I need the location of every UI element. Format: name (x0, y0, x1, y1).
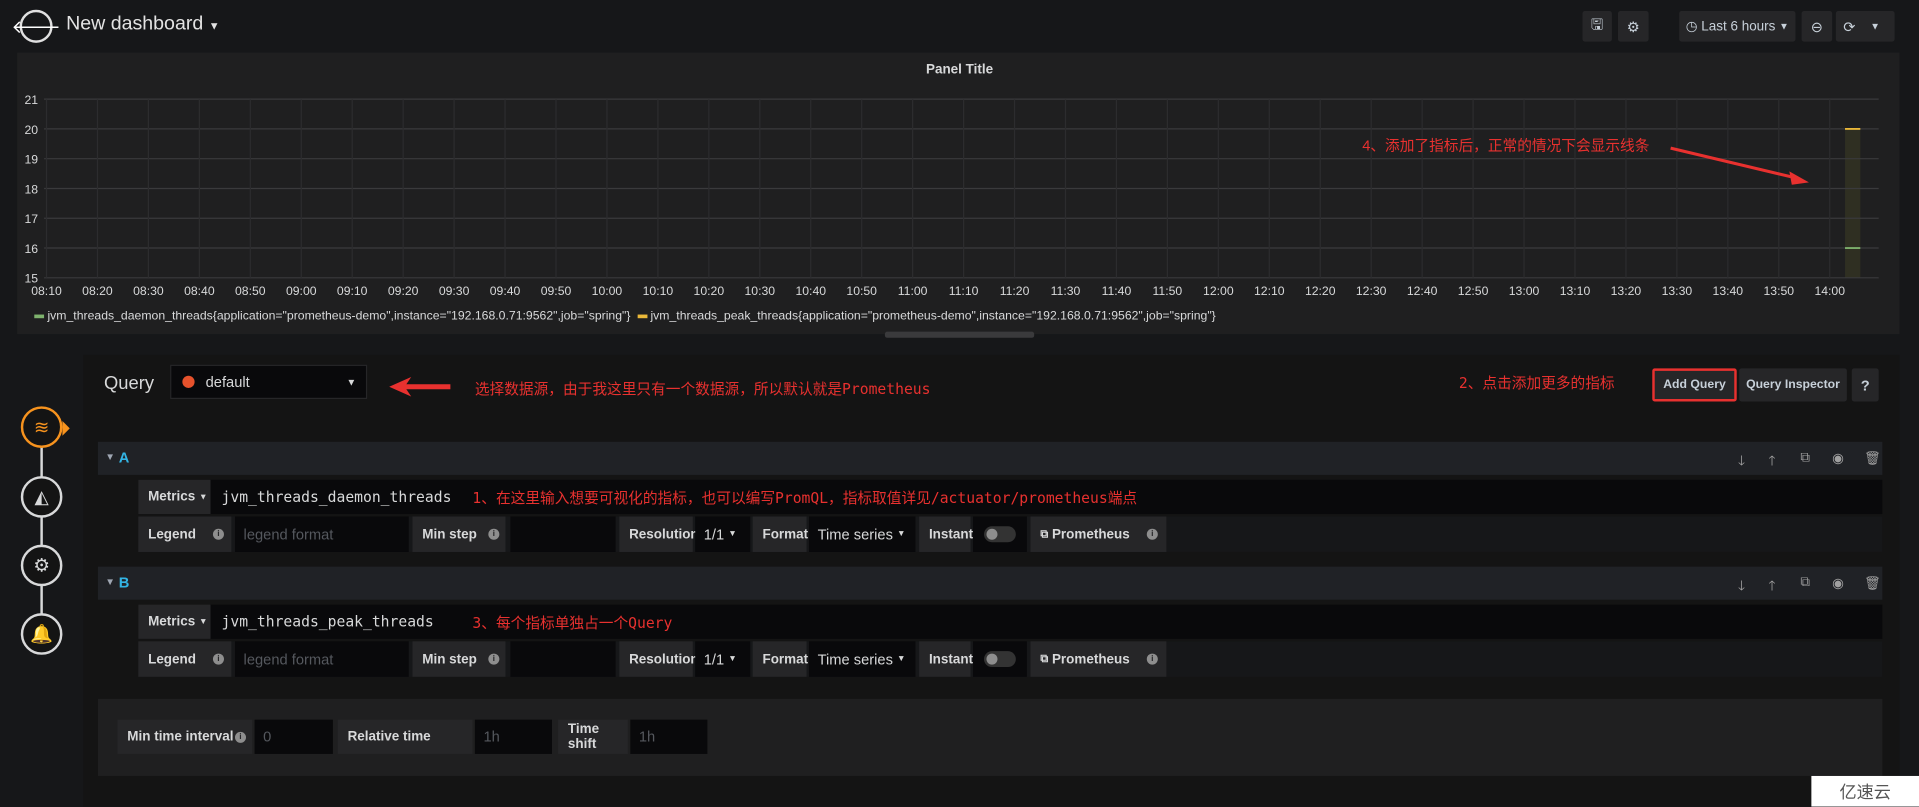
watermark-logo: 亿速云 (1811, 775, 1919, 807)
min-step-input[interactable] (510, 641, 616, 677)
relative-time-label: Relative time (337, 719, 473, 754)
gear-icon: ⚙ (33, 555, 50, 577)
sidebar-item-queries[interactable]: ≋ (20, 406, 63, 448)
datasource-value: default (205, 373, 250, 391)
chevron-down-icon: ▼ (728, 529, 737, 539)
trash-icon[interactable]: 🗑 (1864, 575, 1881, 591)
collapse-icon[interactable]: ▼ (105, 452, 115, 463)
query-ref: A (118, 449, 130, 467)
info-icon[interactable]: i (212, 653, 224, 665)
resolution-select[interactable]: 1/1 ▼ (695, 516, 751, 552)
info-icon[interactable]: i (488, 653, 500, 665)
red-arrow-left (389, 376, 451, 397)
external-link-icon: ⧉ (1040, 652, 1049, 665)
eye-icon[interactable]: ◉ (1832, 450, 1844, 467)
chevron-down-icon: ▼ (198, 617, 208, 627)
metrics-label: Metrics (148, 489, 196, 505)
prometheus-icon (182, 375, 195, 388)
query-annotation: 1、在这里输入想要可视化的指标，也可以编写PromQL，指标取值详见/actua… (472, 489, 1138, 507)
format-label: Format (752, 516, 808, 552)
query-ref: B (118, 574, 130, 592)
area-chart-icon: ◭ (34, 487, 49, 508)
instant-toggle[interactable] (973, 641, 1027, 677)
chevron-down-icon: ▼ (897, 529, 906, 539)
datasource-select[interactable]: default ▼ (170, 364, 368, 399)
move-up-icon[interactable]: 🡑 (1769, 450, 1776, 473)
sidebar-connector (40, 427, 43, 636)
duplicate-icon[interactable]: ⧉ (1800, 575, 1810, 591)
resolution-select[interactable]: 1/1 ▼ (695, 641, 751, 677)
query-label: Query (104, 373, 155, 395)
move-down-icon[interactable]: 🡓 (1738, 575, 1745, 598)
chevron-down-icon: ▼ (346, 376, 357, 388)
metrics-input[interactable]: jvm_threads_daemon_threads (213, 480, 458, 514)
move-down-icon[interactable]: 🡓 (1738, 450, 1745, 473)
help-button[interactable]: ? (1851, 368, 1879, 402)
add-query-annotation: 2、点击添加更多的指标 (1458, 374, 1615, 392)
info-icon[interactable]: i (1146, 653, 1158, 665)
annotation-arrow (1670, 146, 1809, 185)
add-query-button[interactable]: Add Query (1652, 368, 1737, 402)
resolution-label: Resolution (619, 641, 699, 677)
datasource-annotation: 选择数据源，由于我这里只有一个数据源，所以默认就是Prometheus (474, 380, 931, 398)
legend-input[interactable] (234, 641, 409, 677)
instant-label: Instant (919, 516, 973, 552)
info-icon[interactable]: i (212, 528, 224, 540)
legend-label: jvm_threads_daemon_threads{application="… (47, 309, 631, 324)
move-up-icon[interactable]: 🡑 (1769, 575, 1776, 598)
query-header-A[interactable]: ▼ A 🡓 🡑 ⧉ ◉ 🗑 (97, 441, 1883, 475)
legend-input[interactable] (234, 516, 409, 552)
query-header-B[interactable]: ▼ B 🡓 🡑 ⧉ ◉ 🗑 (97, 566, 1883, 600)
format-select[interactable]: Time series ▼ (808, 641, 916, 677)
chart-legend: jvm_threads_daemon_threads{application="… (34, 310, 1216, 323)
metrics-input[interactable]: jvm_threads_peak_threads (213, 605, 458, 639)
external-link-icon: ⧉ (1040, 527, 1049, 540)
sidebar-item-visualization[interactable]: ◭ (20, 476, 63, 518)
relative-time-input[interactable] (474, 719, 552, 754)
query-inspector-button[interactable]: Query Inspector (1739, 368, 1847, 402)
min-interval-label: Min time interval (117, 719, 253, 754)
query-annotation: 3、每个指标单独占一个Query (472, 614, 673, 632)
info-icon[interactable]: i (234, 731, 247, 743)
database-icon: ≋ (33, 417, 50, 439)
sidebar-item-alert[interactable]: 🔔 (20, 613, 63, 655)
trash-icon[interactable]: 🗑 (1864, 450, 1881, 467)
bell-icon: 🔔 (30, 624, 54, 645)
resolution-label: Resolution (619, 516, 699, 552)
metrics-label: Metrics (148, 614, 196, 630)
chevron-down-icon: ▼ (897, 654, 906, 664)
duplicate-icon[interactable]: ⧉ (1800, 450, 1810, 466)
info-icon[interactable]: i (488, 528, 500, 540)
min-step-input[interactable] (510, 516, 616, 552)
instant-label: Instant (919, 641, 973, 677)
time-shift-input[interactable] (630, 719, 708, 754)
info-icon[interactable]: i (1146, 528, 1158, 540)
panel-resize-handle[interactable] (884, 331, 1035, 338)
eye-icon[interactable]: ◉ (1832, 575, 1844, 591)
legend-item-daemon[interactable]: jvm_threads_daemon_threads{application="… (34, 310, 630, 323)
collapse-icon[interactable]: ▼ (105, 576, 115, 587)
metrics-dropdown[interactable]: Metrics ▼ (138, 604, 211, 639)
chevron-down-icon: ▼ (728, 654, 737, 664)
time-shift-label: Time shift (558, 719, 628, 754)
legend-label: jvm_threads_peak_threads{application="pr… (650, 309, 1216, 324)
format-select[interactable]: Time series ▼ (808, 516, 916, 552)
min-interval-input[interactable] (254, 719, 333, 754)
format-label: Format (752, 641, 808, 677)
instant-toggle[interactable] (973, 516, 1027, 552)
sidebar-item-general[interactable]: ⚙ (20, 544, 63, 587)
active-indicator (62, 421, 70, 436)
metrics-dropdown[interactable]: Metrics ▼ (138, 479, 211, 515)
chevron-down-icon: ▼ (198, 492, 208, 502)
legend-item-peak[interactable]: jvm_threads_peak_threads{application="pr… (637, 310, 1216, 323)
